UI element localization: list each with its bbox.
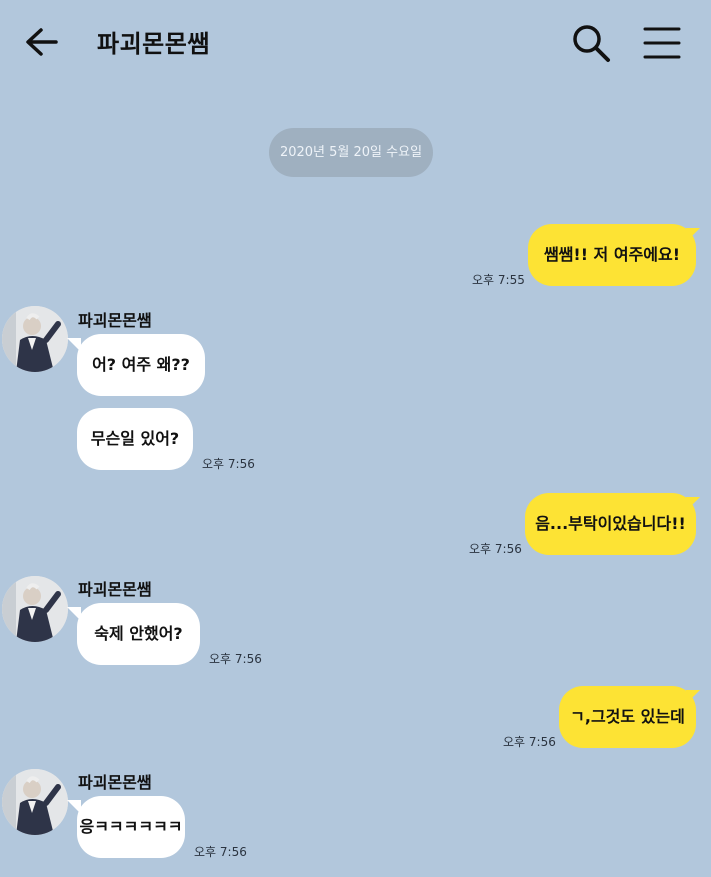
message-text: 숙제 안했어? xyxy=(94,624,183,643)
message-time: 오후 7:56 xyxy=(194,845,247,859)
profile-photo-icon xyxy=(2,769,68,835)
avatar[interactable] xyxy=(2,576,68,642)
sender-name: 파괴몬몬쌤 xyxy=(78,311,152,330)
message-time: 오후 7:56 xyxy=(202,457,255,471)
bubble-tail xyxy=(686,497,700,511)
their-message-bubble[interactable]: 무슨일 있어? xyxy=(77,408,193,470)
message-text: 응ㅋㅋㅋㅋㅋㅋ xyxy=(79,817,183,836)
search-button[interactable] xyxy=(570,22,612,64)
sender-name: 파괴몬몬쌤 xyxy=(78,580,152,599)
my-message-bubble[interactable]: 쌤쌤!! 저 여주에요! xyxy=(528,224,696,286)
avatar[interactable] xyxy=(2,769,68,835)
hamburger-menu-icon xyxy=(643,27,681,59)
message-time: 오후 7:56 xyxy=(209,652,262,666)
message-text: 음...부탁이있습니다!! xyxy=(535,514,686,533)
date-divider: 2020년 5월 20일 수요일 xyxy=(269,128,433,177)
message-text: ㄱ,그것도 있는데 xyxy=(570,707,685,726)
my-message-bubble[interactable]: 음...부탁이있습니다!! xyxy=(525,493,696,555)
message-text: 무슨일 있어? xyxy=(90,429,180,448)
chat-header: 파괴몬몬쌤 xyxy=(0,0,711,84)
sender-name: 파괴몬몬쌤 xyxy=(78,773,152,792)
their-message-bubble[interactable]: 응ㅋㅋㅋㅋㅋㅋ xyxy=(77,796,185,858)
my-message-bubble[interactable]: ㄱ,그것도 있는데 xyxy=(559,686,696,748)
chat-title: 파괴몬몬쌤 xyxy=(97,30,210,58)
message-time: 오후 7:55 xyxy=(472,273,525,287)
bubble-tail xyxy=(67,800,81,814)
avatar[interactable] xyxy=(2,306,68,372)
their-message-bubble[interactable]: 어? 여주 왜?? xyxy=(77,334,205,396)
profile-photo-icon xyxy=(2,576,68,642)
back-button[interactable] xyxy=(22,22,62,62)
search-icon xyxy=(573,25,610,62)
message-time: 오후 7:56 xyxy=(469,542,522,556)
message-time: 오후 7:56 xyxy=(503,735,556,749)
bubble-tail xyxy=(686,228,700,242)
their-message-bubble[interactable]: 숙제 안했어? xyxy=(77,603,200,665)
bubble-tail xyxy=(67,338,81,352)
message-text: 어? 여주 왜?? xyxy=(92,355,190,374)
bubble-tail xyxy=(67,607,81,621)
arrow-left-icon xyxy=(26,28,58,56)
menu-button[interactable] xyxy=(642,24,682,62)
profile-photo-icon xyxy=(2,306,68,372)
bubble-tail xyxy=(686,690,700,704)
message-text: 쌤쌤!! 저 여주에요! xyxy=(543,245,681,264)
